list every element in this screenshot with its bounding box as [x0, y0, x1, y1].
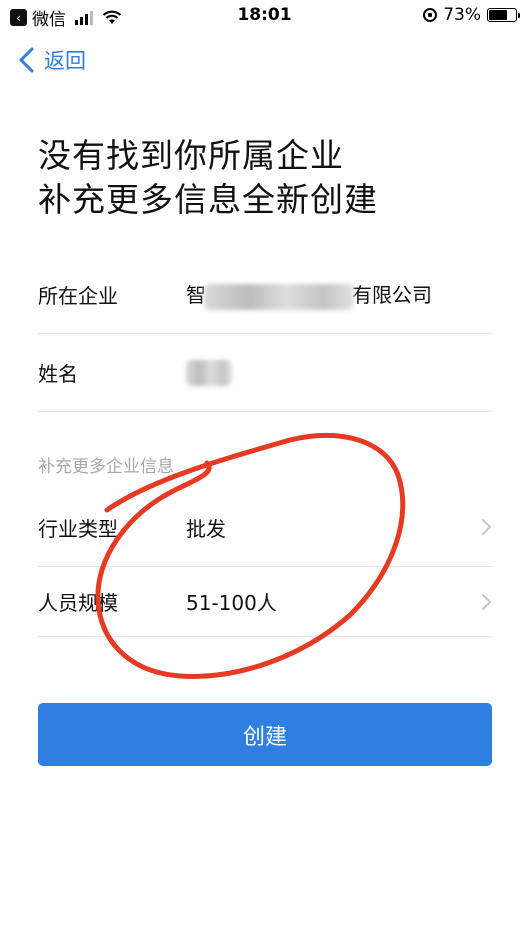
page-title-line-1: 没有找到你所属企业 — [38, 136, 344, 175]
battery-tip — [518, 13, 520, 18]
name-value — [186, 359, 232, 386]
name-row: 姓名 — [38, 334, 492, 412]
staff-size-label: 人员规模 — [38, 591, 118, 615]
name-label: 姓名 — [38, 362, 78, 386]
page-title: 没有找到你所属企业 补充更多信息全新创建 — [38, 134, 378, 222]
back-button[interactable]: 返回 — [16, 44, 86, 76]
industry-row[interactable]: 行业类型 批发 — [38, 488, 492, 567]
back-button-label: 返回 — [44, 49, 86, 73]
create-button-label: 创建 — [242, 723, 287, 749]
company-value-prefix: 智 — [186, 283, 206, 308]
create-button[interactable]: 创建 — [38, 703, 492, 766]
page-title-line-2: 补充更多信息全新创建 — [38, 180, 378, 219]
status-bar: ‹ 微信 18:01 73% — [0, 0, 529, 32]
company-label: 所在企业 — [38, 284, 118, 308]
company-value-suffix: 有限公司 — [352, 283, 432, 308]
company-row: 所在企业 智 有限公司 — [38, 256, 492, 334]
redacted-blur — [204, 283, 354, 310]
company-value: 智 有限公司 — [186, 279, 432, 310]
battery-icon — [487, 8, 520, 22]
battery-percentage: 73% — [443, 5, 481, 25]
staff-size-value: 51-100人 — [186, 591, 277, 615]
status-bar-right: 73% — [423, 5, 520, 25]
chevron-left-icon — [19, 47, 34, 73]
section-title: 补充更多企业信息 — [38, 457, 174, 477]
industry-value: 批发 — [186, 516, 226, 541]
rotation-lock-icon — [423, 8, 438, 22]
redacted-blur — [186, 359, 232, 386]
battery-fill — [489, 10, 507, 20]
industry-label: 行业类型 — [38, 516, 118, 541]
staff-size-row[interactable]: 人员规模 51-100人 — [38, 567, 492, 637]
chevron-right-icon — [482, 593, 491, 610]
chevron-right-icon — [482, 519, 491, 535]
